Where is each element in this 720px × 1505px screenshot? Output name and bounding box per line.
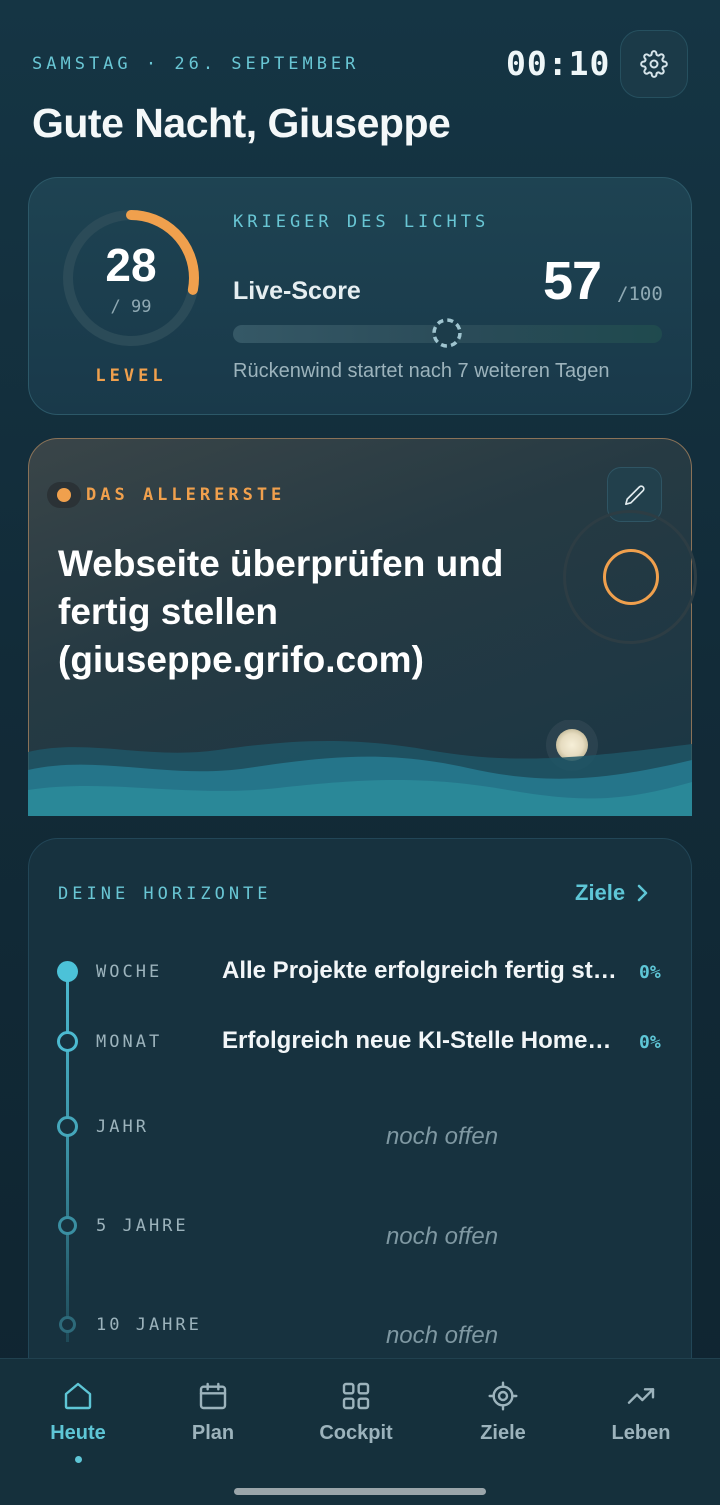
pencil-icon [624, 484, 645, 505]
status-dot-icon [47, 482, 81, 508]
waves-illustration [28, 720, 692, 816]
greeting-title: Gute Nacht, Giuseppe [32, 100, 451, 146]
settings-button[interactable] [620, 30, 688, 98]
timeline-node [58, 1216, 77, 1235]
calendar-icon [199, 1382, 227, 1410]
timeline-node [57, 1116, 78, 1137]
horizon-period-month: MONAT [96, 1032, 163, 1052]
horizon-period-year: JAHR [96, 1117, 149, 1137]
nav-label-leben: Leben [611, 1422, 671, 1444]
clock: 00:10 [506, 44, 611, 83]
horizon-goal-week[interactable]: Alle Projekte erfolgreich fertig stellen [222, 957, 622, 985]
horizon-percent-month: 0% [639, 1032, 661, 1053]
timeline-node [59, 1316, 76, 1333]
nav-item-cockpit[interactable]: Cockpit [301, 1380, 411, 1445]
horizon-period-10-years: 10 JAHRE [96, 1315, 202, 1335]
goals-link-label: Ziele [575, 880, 626, 905]
horizons-title: DEINE HORIZONTE [58, 884, 272, 904]
horizon-period-5-years: 5 JAHRE [96, 1216, 189, 1236]
horizon-placeholder-5-years[interactable]: noch offen [222, 1223, 662, 1251]
live-score-value: 57 [543, 251, 602, 311]
chevron-right-icon [637, 884, 648, 902]
horizon-placeholder-10-years[interactable]: noch offen [222, 1322, 662, 1350]
nav-label-heute: Heute [50, 1422, 106, 1444]
task-title: Webseite überprüfen und fertig stellen (… [58, 543, 504, 680]
grid-icon [342, 1382, 370, 1410]
level-max: / 99 [110, 297, 152, 317]
gear-icon [640, 50, 668, 78]
horizon-placeholder-year[interactable]: noch offen [222, 1123, 662, 1151]
horizon-goal-month[interactable]: Erfolgreich neue KI-Stelle Homeoffice [222, 1027, 622, 1055]
level-label: LEVEL [95, 366, 167, 386]
timeline-line [66, 972, 69, 1342]
tailwind-note: Rückenwind startet nach 7 weiteren Tagen [233, 360, 610, 382]
horizon-percent-week: 0% [639, 962, 661, 983]
rank-title: KRIEGER DES LICHTS [233, 212, 490, 232]
goals-link[interactable]: Ziele [575, 880, 649, 906]
loading-spinner-icon [432, 318, 462, 348]
nav-label-cockpit: Cockpit [319, 1422, 393, 1444]
timeline-node [57, 1031, 78, 1052]
timeline-node-active [57, 961, 78, 982]
active-indicator [75, 1456, 82, 1463]
nav-label-plan: Plan [191, 1422, 235, 1444]
nav-item-plan[interactable]: Plan [158, 1380, 268, 1445]
target-icon [488, 1381, 518, 1411]
system-home-indicator[interactable] [234, 1488, 486, 1495]
home-icon [64, 1382, 92, 1410]
nav-item-heute[interactable]: Heute [23, 1380, 133, 1445]
trend-up-icon [627, 1388, 655, 1404]
live-score-max: /100 [617, 283, 663, 305]
live-score-label: Live-Score [233, 277, 361, 305]
nav-label-ziele: Ziele [480, 1422, 526, 1444]
complete-task-checkbox[interactable] [603, 549, 659, 605]
task-tag: DAS ALLERERSTE [86, 485, 286, 505]
date-label: SAMSTAG · 26. SEPTEMBER [32, 54, 360, 74]
horizon-period-week: WOCHE [96, 962, 163, 982]
nav-item-ziele[interactable]: Ziele [448, 1380, 558, 1445]
level-value: 28 [105, 239, 157, 291]
nav-item-leben[interactable]: Leben [586, 1380, 696, 1445]
